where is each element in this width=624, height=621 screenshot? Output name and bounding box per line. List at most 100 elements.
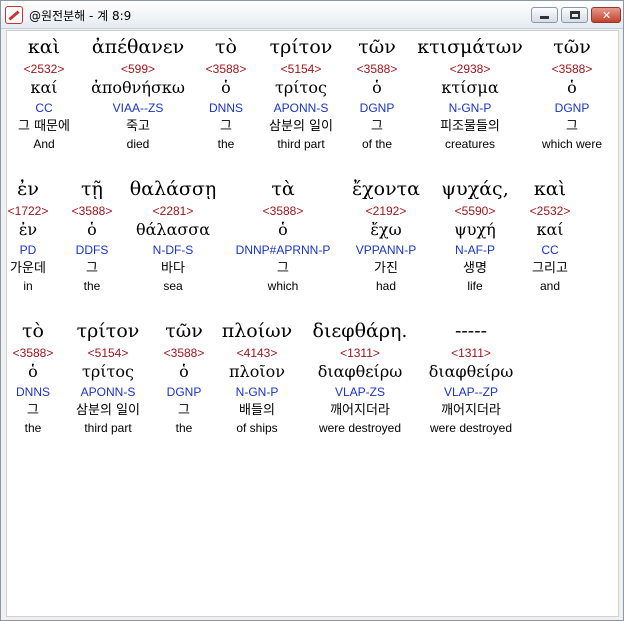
app-icon[interactable] [5, 6, 23, 24]
strong-number[interactable]: <2938> [417, 61, 523, 77]
word-card[interactable]: ἔχοντα <2192> ἔχω VPPANN-P 가진 had [352, 177, 420, 294]
korean-gloss: 가운데 [10, 261, 46, 276]
word-card[interactable]: τῶν <3588> ὁ DGNP 그 the [164, 319, 205, 436]
lemma: ἀποθνήσκω [91, 78, 185, 97]
word-card[interactable]: ἐν <1722> ἐν PD 가운데 in [8, 177, 49, 294]
maximize-button[interactable] [561, 7, 588, 23]
strong-number[interactable]: <5590> [441, 203, 508, 219]
strong-number[interactable]: <3588> [236, 203, 331, 219]
word-card[interactable]: θαλάσσῃ <2281> θάλασσα N-DF-S 바다 sea [130, 177, 216, 294]
strong-number[interactable]: <2532> [18, 61, 70, 77]
strong-number[interactable]: <3588> [164, 345, 205, 361]
strong-number[interactable]: <4143> [222, 345, 292, 361]
lemma: ἔχω [370, 220, 402, 239]
greek-word: ἐν [17, 178, 39, 200]
parsing-code: CC [35, 101, 53, 115]
korean-gloss: 삼분의 일이 [269, 119, 333, 134]
english-gloss: were destroyed [318, 421, 402, 435]
korean-gloss: 바다 [161, 261, 185, 276]
word-card[interactable]: τῶν <3588> ὁ DGNP 그 of the [357, 35, 398, 152]
strong-number[interactable]: <2281> [130, 203, 216, 219]
english-gloss: which were [541, 137, 603, 151]
strong-number[interactable]: <3588> [13, 345, 54, 361]
greek-word: ----- [454, 320, 488, 342]
parsing-code: DDFS [75, 243, 109, 257]
strong-number[interactable]: <1722> [8, 203, 49, 219]
english-gloss: of ships [236, 421, 278, 435]
strong-number[interactable]: <3588> [357, 61, 398, 77]
lemma: καί [536, 220, 564, 239]
close-button[interactable]: ✕ [591, 7, 621, 23]
greek-word: ψυχάς, [441, 178, 509, 200]
lemma: τρίτος [82, 362, 134, 381]
strong-number[interactable]: <1311> [313, 345, 408, 361]
verse-analysis-panel: καὶ <2532> καί CC 그 때문에 And ἀπέθανεν <59… [6, 30, 619, 617]
korean-gloss: 삼분의 일이 [76, 403, 140, 418]
word-card[interactable]: διεφθάρη. <1311> διαφθείρω VLAP-ZS 깨어지더라… [313, 319, 408, 436]
title-bar[interactable]: @원전분해 - 계 8:9 ✕ [1, 1, 623, 29]
word-card[interactable]: τρίτον <5154> τρίτος APONN-S 삼분의 일이 thir… [269, 35, 333, 152]
lemma: κτίσμα [441, 78, 499, 97]
minimize-button[interactable] [531, 7, 558, 23]
word-card[interactable]: κτισμάτων <2938> κτίσμα N-GN-P 피조물들의 cre… [417, 35, 523, 152]
word-card[interactable]: τὸ <3588> ὁ DNNS 그 the [13, 319, 54, 436]
korean-gloss: 그 [86, 261, 98, 276]
korean-gloss: 그 [371, 119, 383, 134]
greek-word: πλοίων [221, 320, 293, 342]
word-card[interactable]: τὸ <3588> ὁ DNNS 그 the [206, 35, 247, 152]
word-card[interactable]: καὶ <2532> καί CC 그 때문에 And [18, 35, 70, 152]
greek-word: τὸ [215, 36, 237, 58]
lemma: ὁ [567, 78, 577, 97]
strong-number[interactable]: <3588> [72, 203, 113, 219]
english-gloss: sea [163, 279, 183, 293]
korean-gloss: 그 [220, 119, 232, 134]
korean-gloss: 깨어지더라 [330, 403, 390, 418]
parsing-code: DGNP [554, 101, 590, 115]
strong-number[interactable]: <1311> [429, 345, 514, 361]
parsing-code: DGNP [359, 101, 395, 115]
strong-number[interactable]: <3588> [206, 61, 247, 77]
lemma: ὁ [87, 220, 97, 239]
word-card[interactable]: καὶ <2532> καί CC 그리고 and [530, 177, 571, 294]
lemma: θάλασσα [135, 220, 211, 239]
english-gloss: died [126, 137, 150, 151]
word-card[interactable]: τῶν <3588> ὁ DGNP 그 which were [542, 35, 602, 152]
greek-word: ἀπέθανεν [91, 36, 185, 58]
word-card[interactable]: τρίτον <5154> τρίτος APONN-S 삼분의 일이 thir… [76, 319, 140, 436]
korean-gloss: 그 [178, 403, 190, 418]
word-card[interactable]: ----- <1311> διαφθείρω VLAP--ZP 깨어지더라 we… [429, 319, 514, 436]
lemma: καί [30, 78, 58, 97]
english-gloss: creatures [444, 137, 496, 151]
minimize-icon [540, 16, 549, 19]
strong-number[interactable]: <2192> [352, 203, 420, 219]
parsing-code: DNNS [15, 385, 50, 399]
strong-number[interactable]: <3588> [542, 61, 602, 77]
english-gloss: were destroyed [429, 421, 513, 435]
english-gloss: the [175, 421, 193, 435]
close-icon: ✕ [602, 9, 612, 22]
lemma: ἐν [18, 220, 38, 239]
lemma: ὁ [179, 362, 189, 381]
word-card[interactable]: τῇ <3588> ὁ DDFS 그 the [72, 177, 113, 294]
strong-number[interactable]: <2532> [530, 203, 571, 219]
word-card[interactable]: πλοίων <4143> πλοῖον N-GN-P 배들의 of ships [222, 319, 292, 436]
word-card[interactable]: ψυχάς, <5590> ψυχή N-AF-P 생명 life [441, 177, 508, 294]
english-gloss: third part [84, 421, 132, 435]
greek-word: τρίτον [269, 36, 333, 58]
strong-number[interactable]: <5154> [269, 61, 333, 77]
strong-number[interactable]: <5154> [76, 345, 140, 361]
english-gloss: third part [277, 137, 325, 151]
korean-gloss: 가진 [374, 261, 398, 276]
korean-gloss: 그 [27, 403, 39, 418]
word-card[interactable]: τὰ <3588> ὁ DNNP#APRNN-P 그 which [236, 177, 331, 294]
english-gloss: the [217, 137, 235, 151]
lemma: διαφθείρω [428, 362, 514, 381]
korean-gloss: 죽고 [126, 119, 150, 134]
parsing-code: VIAA--ZS [112, 101, 164, 115]
parsing-code: N-GN-P [448, 101, 492, 115]
english-gloss: in [23, 279, 33, 293]
greek-word: τῶν [165, 320, 203, 342]
greek-word: καὶ [27, 36, 61, 58]
word-card[interactable]: ἀπέθανεν <599> ἀποθνήσκω VIAA--ZS 죽고 die… [91, 35, 185, 152]
strong-number[interactable]: <599> [91, 61, 185, 77]
